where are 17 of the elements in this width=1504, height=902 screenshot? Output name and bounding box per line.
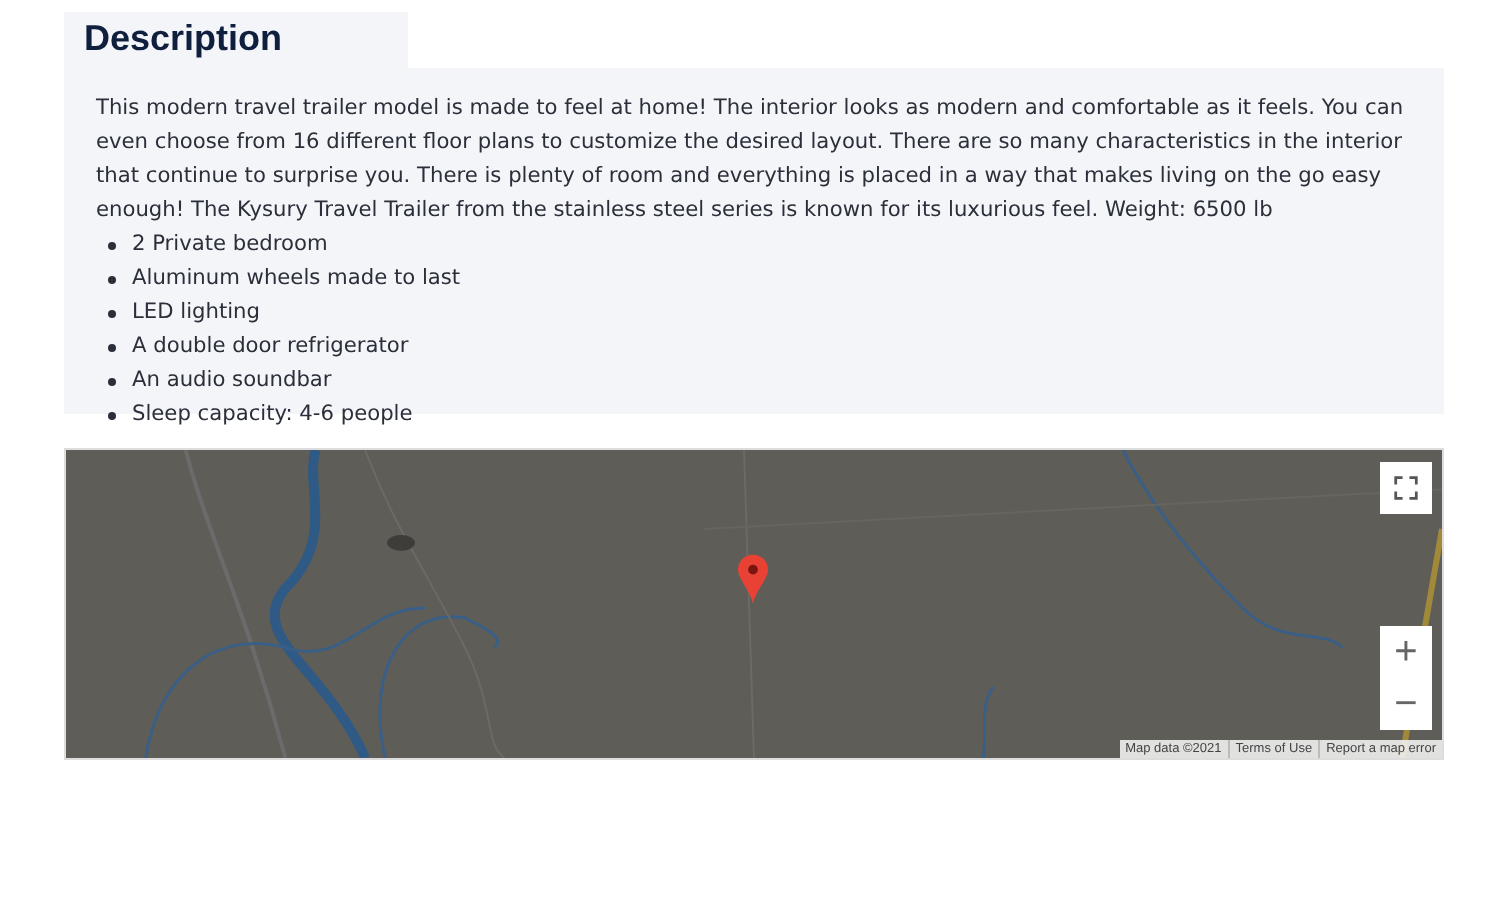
feature-item: Aluminum wheels made to last xyxy=(132,264,461,294)
bullet-icon xyxy=(108,241,116,249)
bullet-icon xyxy=(108,411,116,419)
bullet-icon xyxy=(108,275,116,283)
feature-item: An audio soundbar xyxy=(132,366,332,396)
section-title: Description xyxy=(64,12,408,68)
feature-item: Sleep capacity: 4-6 people xyxy=(132,400,413,430)
map-pin-icon[interactable] xyxy=(738,554,768,604)
feature-item: A double door refrigerator xyxy=(132,332,409,362)
bullet-icon xyxy=(108,377,116,385)
fullscreen-icon xyxy=(1394,476,1418,500)
feature-item: LED lighting xyxy=(132,298,260,328)
description-text: This modern travel trailer model is made to feel at home! The interior looks as modern and comfortable as it feels. You can even choose from 16 different floor plans to customize the desired layout. There are so many characteristics in the interior that continue to surprise you. There is plenty of room and everything is placed in a way that makes living on the go easy enough! The Kysury Travel Trailer from the stainless steel series is known for its luxurious feel. Weight: 6500 lb xyxy=(96,94,1406,226)
bullet-icon xyxy=(108,343,116,351)
bullet-icon xyxy=(108,309,116,317)
feature-item: 2 Private bedroom xyxy=(132,230,328,260)
fullscreen-button[interactable] xyxy=(1380,462,1432,514)
